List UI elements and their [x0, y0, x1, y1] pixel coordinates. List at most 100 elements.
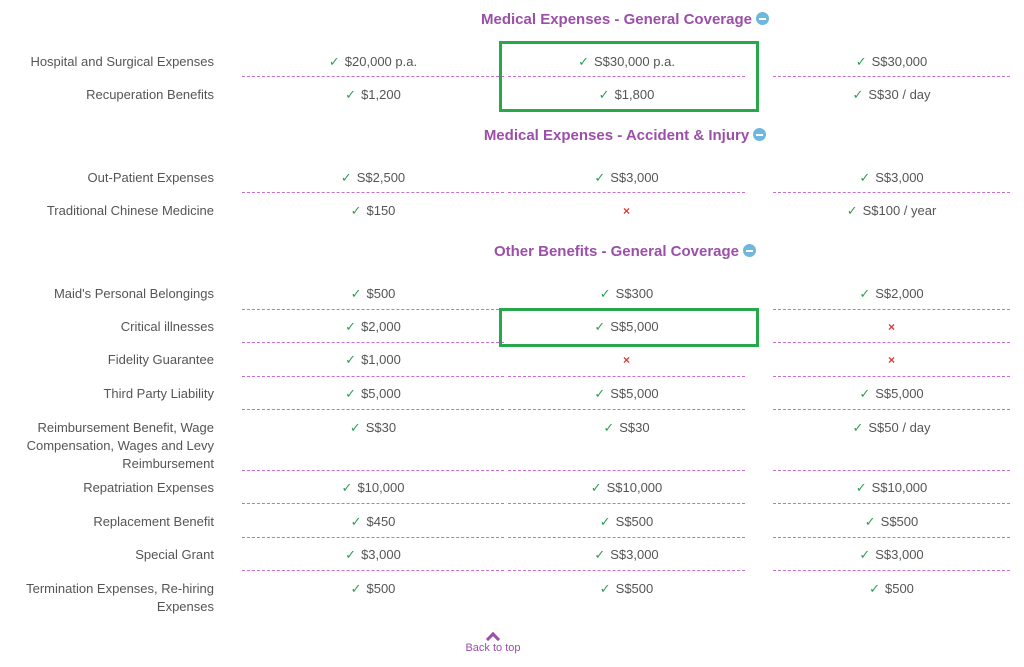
plan-3-value: ✓ S$3,000: [859, 170, 924, 185]
plan-1-value: ✓ $500: [350, 286, 396, 301]
plan-1-value: ✓ $3,000: [345, 547, 401, 562]
check-icon: ✓: [328, 54, 340, 69]
plan-2-value: ✓ S$3,000: [594, 170, 659, 185]
check-icon: ✓: [345, 87, 357, 102]
row-divider: [773, 376, 1010, 377]
cross-icon: ×: [622, 353, 630, 367]
highlight-box: [499, 41, 759, 112]
row-divider: [242, 470, 504, 471]
row-label: Repatriation Expenses: [83, 480, 214, 495]
row-label: Fidelity Guarantee: [107, 352, 214, 367]
row-label: Hospital and Surgical Expenses: [30, 54, 214, 69]
section-title-text: Medical Expenses - Accident & Injury: [483, 127, 750, 144]
row-divider: [242, 537, 504, 538]
row-divider: [773, 342, 1010, 343]
check-icon: ✓: [859, 547, 871, 562]
row-divider: [242, 570, 504, 571]
row-label: Traditional Chinese Medicine: [46, 203, 214, 218]
row-divider: [508, 537, 745, 538]
plan-3-value: ✓ S$30 / day: [852, 87, 931, 102]
check-icon: ✓: [594, 170, 606, 185]
check-icon: ✓: [603, 420, 615, 435]
check-icon: ✓: [599, 581, 611, 596]
row-divider: [773, 570, 1010, 571]
plan-3-value: ✓ S$10,000: [855, 480, 928, 495]
plan-1-value: ✓ $10,000: [341, 480, 405, 495]
section-title-other-benefits: Other Benefits - General Coverage: [240, 243, 1010, 260]
check-icon: ✓: [345, 547, 357, 562]
check-icon: ✓: [345, 352, 357, 367]
row-divider: [508, 570, 745, 571]
plan-1-value: ✓ $5,000: [345, 386, 401, 401]
plan-1-value: ✓ $500: [350, 581, 396, 596]
check-icon: ✓: [599, 514, 611, 529]
row-divider: [242, 76, 504, 77]
minus-circle-icon[interactable]: [743, 244, 757, 257]
row-divider: [242, 192, 504, 193]
row-divider: [242, 342, 504, 343]
section-title-medical-general: Medical Expenses - General Coverage: [240, 11, 1010, 28]
row-divider: [773, 76, 1010, 77]
section-title-text: Other Benefits - General Coverage: [493, 243, 740, 260]
check-icon: ✓: [350, 581, 362, 596]
check-icon: ✓: [855, 54, 867, 69]
plan-3-value: ×: [773, 318, 1010, 336]
row-divider: [242, 376, 504, 377]
plan-1-value: ✓ S$2,500: [340, 170, 406, 185]
row-divider: [508, 470, 745, 471]
section-title-medical-accident: Medical Expenses - Accident & Injury: [240, 127, 1010, 144]
row-label: Reimbursement Benefit, Wage Compensation…: [26, 420, 214, 471]
plan-1-value: ✓ $1,000: [345, 352, 401, 367]
check-icon: ✓: [852, 420, 864, 435]
plan-1-value: ✓ $450: [350, 514, 396, 529]
plan-3-value: ✓ S$500: [864, 514, 919, 529]
check-icon: ✓: [846, 203, 858, 218]
check-icon: ✓: [594, 386, 606, 401]
section-title-text: Medical Expenses - General Coverage: [481, 11, 752, 28]
check-icon: ✓: [852, 87, 864, 102]
row-label: Maid's Personal Belongings: [53, 286, 214, 301]
plan-2-value: ✓ S$30: [603, 420, 650, 435]
check-icon: ✓: [349, 420, 361, 435]
plan-3-value: ✓ S$100 / year: [846, 203, 937, 218]
plan-3-value: ✓ S$5,000: [859, 386, 924, 401]
row-divider: [242, 409, 504, 410]
plan-1-value: ✓ $20,000 p.a.: [328, 54, 418, 69]
row-divider: [773, 537, 1010, 538]
check-icon: ✓: [350, 514, 362, 529]
minus-circle-icon[interactable]: [753, 128, 767, 141]
row-divider: [242, 309, 504, 310]
check-icon: ✓: [350, 286, 362, 301]
check-icon: ✓: [859, 286, 871, 301]
plan-3-value: ✓ S$30,000: [855, 54, 928, 69]
check-icon: ✓: [350, 203, 362, 218]
cross-icon: ×: [622, 204, 630, 218]
row-divider: [773, 309, 1010, 310]
back-to-top-link[interactable]: Back to top: [440, 630, 546, 654]
plan-3-value: ✓ $500: [869, 581, 914, 596]
cross-icon: ×: [887, 353, 895, 367]
row-divider: [508, 192, 745, 193]
plan-1-value: ✓ $1,200: [345, 87, 401, 102]
minus-circle-icon[interactable]: [755, 12, 769, 25]
row-divider: [508, 376, 745, 377]
plan-3-value: ✓ S$2,000: [859, 286, 924, 301]
row-label: Termination Expenses, Re-hiring Expenses: [26, 581, 214, 614]
plan-2-value: ✓ S$10,000: [590, 480, 663, 495]
plan-1-value: ✓ $2,000: [345, 319, 401, 334]
row-divider: [773, 470, 1010, 471]
check-icon: ✓: [594, 547, 606, 562]
row-divider: [508, 409, 745, 410]
row-divider: [773, 503, 1010, 504]
plan-2-value: ✓ S$500: [599, 514, 654, 529]
plan-1-value: ✓ $150: [350, 203, 396, 218]
cross-icon: ×: [887, 320, 895, 334]
plan-3-value: ×: [773, 351, 1010, 369]
plan-1-value: ✓ S$30: [349, 420, 397, 435]
row-divider: [773, 192, 1010, 193]
plan-2-value: ✓ S$500: [599, 581, 654, 596]
plan-3-value: ✓ S$3,000: [859, 547, 924, 562]
plan-2-value: ×: [508, 202, 745, 220]
highlight-box: [499, 308, 759, 347]
row-label: Special Grant: [135, 547, 214, 562]
